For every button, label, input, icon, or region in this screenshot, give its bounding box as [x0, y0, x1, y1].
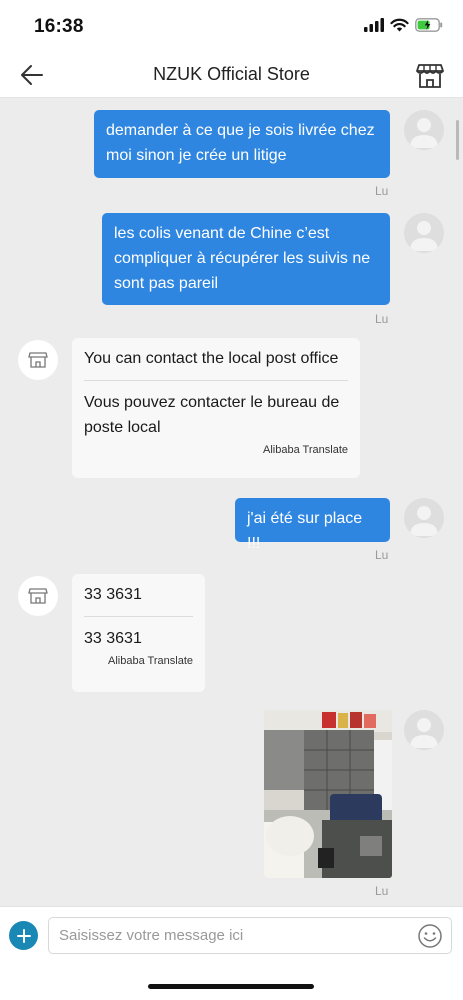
- status-time: 16:38: [34, 16, 84, 37]
- store-icon: [416, 64, 444, 88]
- user-avatar-icon: [410, 221, 438, 251]
- status-icons: [364, 18, 443, 32]
- page-title: NZUK Official Store: [153, 64, 310, 84]
- add-button[interactable]: [9, 921, 38, 950]
- store-avatar[interactable]: [18, 576, 58, 616]
- message-text: j'ai été sur place !!!: [247, 510, 363, 552]
- message-original-text: You can contact the local post office: [84, 350, 339, 367]
- read-status: Lu: [375, 548, 389, 562]
- chat-header: NZUK Official Store: [0, 52, 463, 98]
- outgoing-message[interactable]: les colis venant de Chine c’est compliqu…: [102, 213, 390, 305]
- home-area: [0, 962, 463, 1000]
- translation-divider: [84, 380, 348, 381]
- user-avatar-icon: [410, 718, 438, 748]
- message-original-text: 33 3631: [84, 586, 142, 603]
- chat-messages[interactable]: demander à ce que je sois livrée chez mo…: [0, 98, 463, 906]
- read-status: Lu: [375, 884, 389, 898]
- incoming-message[interactable]: You can contact the local post office Vo…: [72, 338, 360, 478]
- message-text: demander à ce que je sois livrée chez mo…: [106, 122, 375, 164]
- user-avatar-icon: [410, 506, 438, 536]
- signal-icon: [364, 18, 384, 32]
- read-status: Lu: [375, 184, 389, 198]
- home-indicator[interactable]: [148, 984, 314, 989]
- read-status: Lu: [375, 312, 389, 326]
- store-icon: [28, 588, 48, 604]
- message-composer: [0, 906, 463, 962]
- message-translated-text: 33 3631: [84, 630, 142, 647]
- photo-image: [264, 710, 392, 878]
- store-avatar[interactable]: [18, 340, 58, 380]
- status-bar: 16:38: [0, 0, 463, 52]
- translation-divider: [84, 616, 193, 617]
- outgoing-message[interactable]: demander à ce que je sois livrée chez mo…: [94, 110, 390, 178]
- emoji-icon: [418, 924, 442, 948]
- store-button[interactable]: [415, 60, 445, 90]
- incoming-message[interactable]: 33 3631 33 3631 Alibaba Translate: [72, 574, 205, 692]
- message-translated-text: Vous pouvez contacter le bureau de poste…: [84, 394, 340, 436]
- battery-icon: [415, 18, 443, 32]
- user-avatar[interactable]: [404, 213, 444, 253]
- photo-message[interactable]: [264, 710, 392, 878]
- store-icon: [28, 352, 48, 368]
- outgoing-message[interactable]: j'ai été sur place !!!: [235, 498, 390, 552]
- translate-label: Alibaba Translate: [263, 444, 348, 456]
- scrollbar[interactable]: [456, 120, 459, 160]
- user-avatar[interactable]: [404, 498, 444, 538]
- add-icon: [16, 928, 31, 943]
- user-avatar[interactable]: [404, 110, 444, 150]
- emoji-button[interactable]: [417, 923, 443, 949]
- wifi-icon: [390, 18, 409, 32]
- user-avatar-icon: [410, 118, 438, 148]
- translate-label: Alibaba Translate: [108, 655, 193, 667]
- message-text: les colis venant de Chine c’est compliqu…: [114, 225, 371, 292]
- message-input[interactable]: [48, 917, 452, 954]
- user-avatar[interactable]: [404, 710, 444, 750]
